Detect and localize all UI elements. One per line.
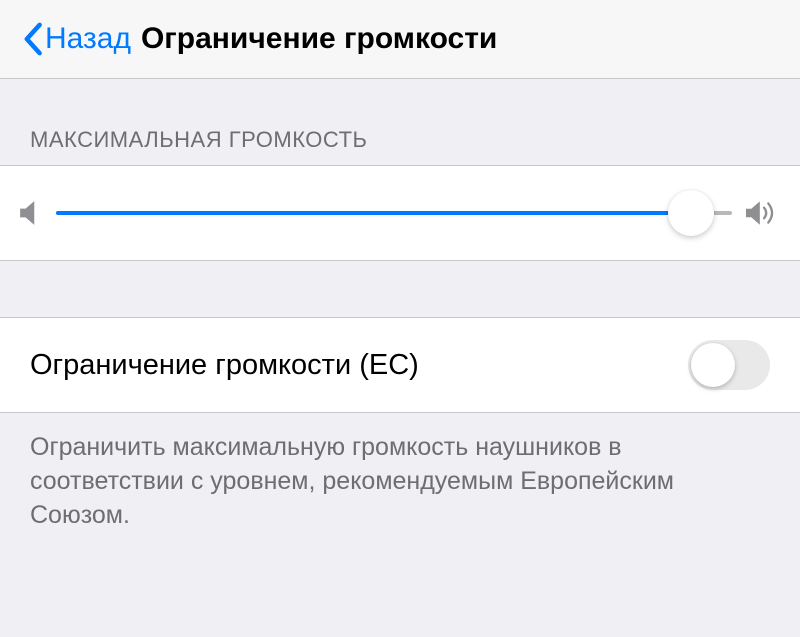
slider-fill <box>56 211 691 215</box>
toggle-knob <box>691 343 735 387</box>
eu-limit-toggle[interactable] <box>688 340 770 390</box>
section-header-max-volume: МАКСИМАЛЬНАЯ ГРОМКОСТЬ <box>0 79 800 165</box>
page-title: Ограничение громкости <box>141 22 497 56</box>
slider-thumb[interactable] <box>668 190 714 236</box>
back-button[interactable]: Назад <box>22 22 131 56</box>
speaker-low-icon <box>20 200 42 226</box>
volume-slider-row <box>0 165 800 261</box>
slider-bar <box>56 211 732 215</box>
nav-header: Назад Ограничение громкости <box>0 0 800 79</box>
speaker-high-icon <box>746 199 780 227</box>
volume-slider[interactable] <box>56 190 732 236</box>
chevron-left-icon <box>22 22 43 56</box>
eu-limit-row: Ограничение громкости (ЕС) <box>0 317 800 413</box>
back-label: Назад <box>45 22 131 56</box>
eu-limit-label: Ограничение громкости (ЕС) <box>30 349 419 382</box>
footer-description: Ограничить максимальную громкость наушни… <box>0 413 800 550</box>
